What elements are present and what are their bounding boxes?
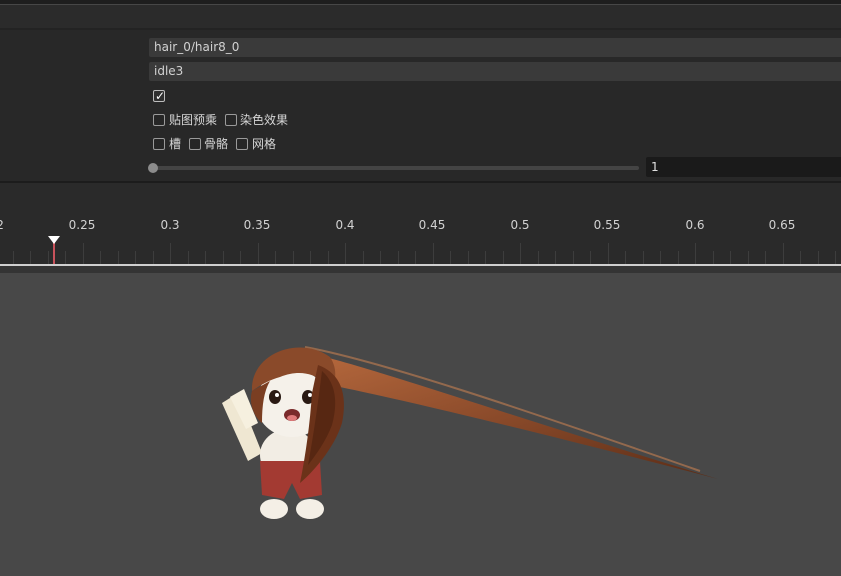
premultiply-checkbox[interactable]	[153, 114, 165, 126]
tick-label: 0.25	[69, 218, 96, 232]
character-tongue	[287, 415, 297, 421]
tick-label: 0.65	[769, 218, 796, 232]
slot-checkbox[interactable]	[153, 138, 165, 150]
timeline-ruler[interactable]: 2 0.25 0.3 0.35 0.4 0.45 0.5 0.55 0.6 0.…	[0, 183, 841, 265]
bone-checkbox[interactable]	[189, 138, 201, 150]
toolbar-band	[0, 5, 841, 28]
character-preview	[222, 346, 718, 519]
speed-slider-thumb[interactable]	[148, 163, 158, 173]
hair-strand	[300, 351, 718, 479]
eye-shine-left	[275, 393, 279, 397]
playhead-marker-icon[interactable]	[48, 236, 60, 244]
tick-label: 0.5	[510, 218, 529, 232]
mesh-checkbox[interactable]	[236, 138, 248, 150]
mesh-label: 网格	[252, 137, 277, 151]
hair-highlight	[304, 346, 701, 472]
properties-panel: hair_0/hair8_0 idle3 ✓ 贴图预乘 染色效果 槽 骨骼 网格…	[0, 30, 841, 181]
tick-label: 0.6	[685, 218, 704, 232]
character-foot-right	[296, 499, 324, 519]
tick-label: 0.55	[594, 218, 621, 232]
character-foot-left	[260, 499, 288, 519]
loop-checkbox[interactable]: ✓	[153, 89, 166, 103]
bone-label: 骨骼	[204, 137, 229, 151]
speed-slider-track[interactable]	[153, 166, 639, 170]
timeline-gap	[0, 266, 841, 273]
tick-label: 0.4	[335, 218, 354, 232]
tick-label: 0.35	[244, 218, 271, 232]
speed-field[interactable]: 1	[646, 157, 841, 177]
checkmark-icon: ✓	[154, 89, 166, 103]
timeline-svg: 2 0.25 0.3 0.35 0.4 0.45 0.5 0.55 0.6 0.…	[0, 218, 836, 264]
tint-label: 染色效果	[240, 113, 289, 127]
tick-label: 2	[0, 218, 4, 232]
eye-shine-right	[308, 393, 312, 397]
tick-label: 0.45	[419, 218, 446, 232]
character-eye-left	[269, 390, 281, 404]
premultiply-label: 贴图预乘	[169, 113, 218, 127]
preview-viewport[interactable]	[0, 273, 841, 576]
slot-label: 槽	[169, 137, 182, 151]
animation-field[interactable]: idle3	[149, 62, 841, 81]
skin-field[interactable]: hair_0/hair8_0	[149, 38, 841, 57]
tick-label: 0.3	[160, 218, 179, 232]
tint-checkbox[interactable]	[225, 114, 237, 126]
